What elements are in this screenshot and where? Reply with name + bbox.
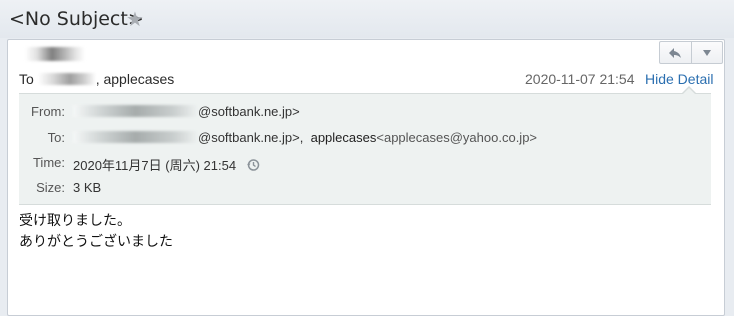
from-redacted (73, 105, 198, 117)
to-recipient-2[interactable]: applecases<applecases@yahoo.co.jp> (311, 130, 537, 145)
time-label: Time: (32, 155, 65, 170)
hide-detail-link[interactable]: Hide Detail (645, 71, 713, 87)
star-icon[interactable]: ★ (126, 7, 144, 32)
history-icon[interactable] (246, 158, 260, 175)
message-body: 受け取りました。 ありがとうございました (19, 211, 173, 253)
body-line-1: 受け取りました。 (19, 213, 131, 229)
size-label: Size: (36, 180, 65, 195)
recipients-summary: To , applecases (19, 71, 175, 87)
from-label: From: (31, 104, 65, 119)
from-value[interactable]: @softbank.ne.jp> (73, 104, 300, 119)
details-caret-fill (683, 88, 695, 94)
details-panel: From: @softbank.ne.jp> To: @softbank.ne.… (19, 93, 711, 205)
to-label: To: (47, 130, 65, 145)
time-value: 2020年11月7日 (周六) 21:54 (73, 155, 260, 175)
size-value: 3 KB (73, 180, 102, 195)
to-value: @softbank.ne.jp>, applecases<applecases@… (73, 130, 537, 145)
to-value-1[interactable]: @softbank.ne.jp>, (198, 130, 303, 145)
to-redacted (73, 131, 198, 143)
reply-icon[interactable] (660, 42, 691, 63)
body-line-2: ありがとうございました (19, 234, 173, 250)
sender-name-redacted (25, 47, 85, 61)
message-date: 2020-11-07 21:54 (525, 71, 635, 87)
to-prefix: To (19, 71, 34, 87)
chevron-down-icon[interactable] (690, 42, 723, 63)
message-actions (659, 41, 723, 64)
subject-title: <No Subject> (9, 8, 144, 30)
recipient-name[interactable]: applecases (103, 71, 174, 87)
recipient-redacted (37, 73, 96, 85)
